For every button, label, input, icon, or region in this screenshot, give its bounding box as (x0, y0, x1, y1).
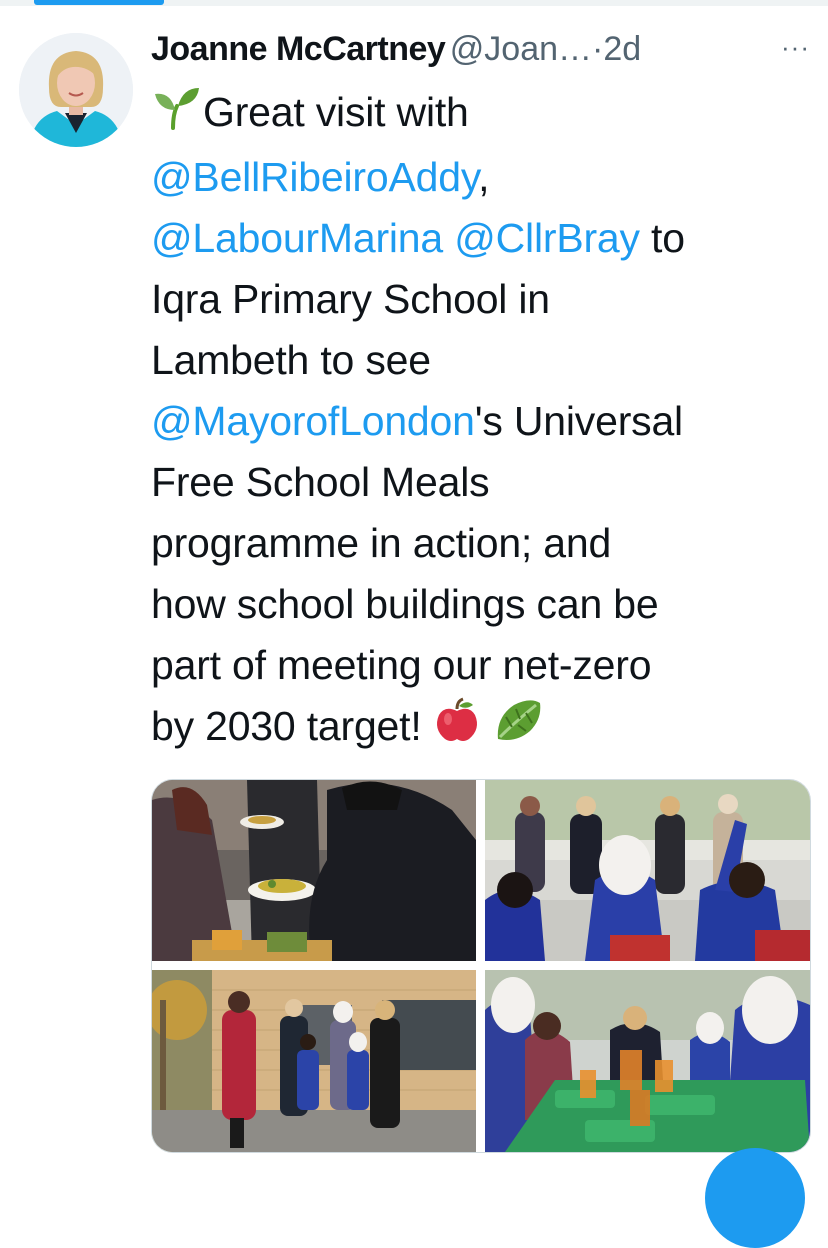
tweet-text-span: 's Universal (474, 397, 683, 444)
more-options-icon[interactable]: ··· (781, 32, 810, 63)
apple-icon (433, 697, 481, 760)
tweet-text-span (481, 703, 492, 749)
tweet-text-span: programme in action; and (151, 519, 612, 566)
classroom-discussion-photo[interactable] (485, 780, 810, 961)
compose-button[interactable] (705, 1148, 805, 1248)
tweet-text-span: how school buildings can be (151, 580, 659, 627)
tweet-text-line: @BellRibeiroAddy, (151, 147, 816, 208)
avatar[interactable] (19, 33, 133, 147)
tweet-text-line: programme in action; and (151, 513, 816, 574)
mention-link[interactable]: @BellRibeiroAddy (151, 154, 478, 200)
tweet-text-line: part of meeting our net-zero (151, 635, 816, 696)
avatar-photo (19, 33, 133, 147)
author-handle[interactable]: @Joan… (450, 30, 592, 68)
tweet-text-line: how school buildings can be (151, 574, 816, 635)
tweet-text-span: Lambeth to see (151, 336, 431, 383)
tweet-text-line: Iqra Primary School in (151, 269, 816, 330)
tweet-text: Great visit with @BellRibeiroAddy, @Labour… (151, 82, 816, 760)
tweet-text-line: by 2030 target! (151, 696, 816, 761)
tweet-text-span: Great visit with (203, 89, 469, 135)
separator-dot: · (592, 30, 604, 68)
pupils-at-lunch-table-photo[interactable] (485, 970, 810, 1152)
leafy-green-icon (492, 697, 544, 760)
tweet-timestamp[interactable]: 2d (603, 30, 641, 68)
tweet-text-span: , (478, 153, 490, 200)
tweet-text-span: by 2030 target! (151, 702, 433, 749)
tweet-text-line: @LabourMarina @CllrBray to (151, 208, 816, 269)
mention-link[interactable]: @LabourMarina (151, 215, 443, 261)
group-outside-school-photo[interactable] (152, 970, 476, 1152)
tweet-text-line: Lambeth to see (151, 330, 816, 391)
tweet-text-span: to (639, 214, 685, 261)
tweet-text-span: Free School Meals (151, 458, 490, 505)
tweet-text-line: Great visit with (151, 82, 816, 147)
active-tab-indicator (34, 0, 164, 5)
media-grid (151, 779, 811, 1153)
tweet-text-span (443, 215, 454, 261)
tweet-text-span: part of meeting our net-zero (151, 641, 652, 688)
mention-link[interactable]: @MayorofLondon (151, 398, 475, 444)
tweet-text-line: @MayorofLondon's Universal (151, 391, 816, 452)
mention-link[interactable]: @CllrBray (454, 215, 640, 261)
tweet-text-span: Iqra Primary School in (151, 275, 550, 322)
tweet-header: Joanne McCartney @Joan…·2d ··· (151, 30, 810, 74)
timeline-divider (0, 0, 828, 6)
school-lunch-serving-photo[interactable] (152, 780, 476, 961)
author-name[interactable]: Joanne McCartney (151, 30, 446, 68)
seedling-icon (151, 84, 203, 147)
tweet-text-line: Free School Meals (151, 452, 816, 513)
